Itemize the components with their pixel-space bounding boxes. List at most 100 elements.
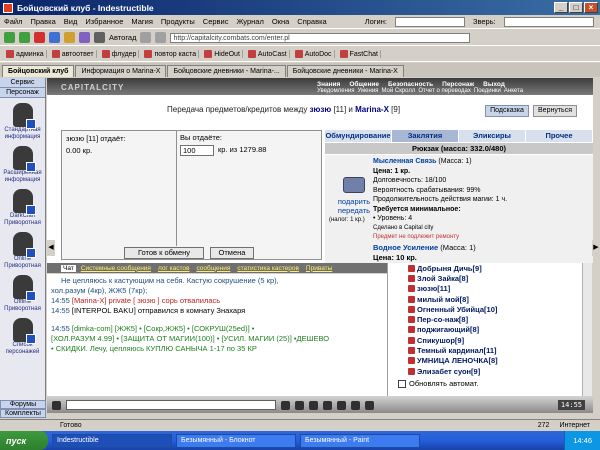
nav-knowledge[interactable]: Знания bbox=[317, 81, 340, 88]
tab-spells[interactable]: Заклятия bbox=[392, 130, 459, 142]
menu-journal[interactable]: Журнал bbox=[236, 17, 263, 26]
give-amount-input[interactable]: 100 bbox=[180, 145, 214, 156]
nav-security[interactable]: Безопасность bbox=[388, 81, 433, 88]
clear-icon[interactable] bbox=[295, 400, 304, 410]
sidebar-service[interactable]: Сервис bbox=[0, 78, 45, 88]
menu-windows[interactable]: Окна bbox=[272, 17, 289, 26]
tab-system[interactable]: Системные сообщения bbox=[79, 265, 153, 272]
filter-icon[interactable] bbox=[323, 400, 332, 410]
right-arrow-icon[interactable]: ▶ bbox=[592, 240, 600, 256]
tab-other[interactable]: Прочее bbox=[526, 130, 593, 142]
maximize-button[interactable]: □ bbox=[569, 2, 583, 13]
bookmark-item[interactable]: HideOut bbox=[202, 50, 243, 58]
nav-battles[interactable]: Поединки bbox=[474, 88, 501, 94]
chat-input[interactable] bbox=[66, 400, 276, 410]
task-notepad[interactable]: Безымянный - Блокнот bbox=[176, 433, 296, 448]
beast-field[interactable] bbox=[503, 16, 594, 27]
menu-favorites[interactable]: Избранное bbox=[85, 17, 123, 26]
smile-icon[interactable] bbox=[52, 400, 61, 410]
back-button[interactable]: Вернуться bbox=[533, 105, 577, 117]
users-scrollbar[interactable] bbox=[582, 263, 592, 396]
address-input[interactable]: http://capitalcity.combats.com/enter.pl bbox=[170, 32, 471, 43]
tab-combats[interactable]: Бойцовский клуб bbox=[2, 65, 75, 77]
tab-equipment[interactable]: Обмундирование bbox=[325, 130, 392, 142]
ready-button[interactable]: Готов к обмену bbox=[124, 247, 204, 259]
user-row[interactable]: Элизабет суон[9] bbox=[388, 366, 582, 376]
sidebar-complects[interactable]: Комплекты bbox=[0, 409, 46, 418]
user-row[interactable]: Добрыня Дичь[9] bbox=[388, 263, 582, 273]
back-icon[interactable] bbox=[4, 32, 15, 43]
tools-icon[interactable] bbox=[140, 32, 152, 43]
user-row[interactable]: милый мой[8] bbox=[388, 294, 582, 304]
nav-notifications[interactable]: Уведомления bbox=[317, 88, 355, 94]
login-field[interactable] bbox=[394, 16, 465, 27]
translit-icon[interactable] bbox=[309, 400, 318, 410]
menu-edit[interactable]: Правка bbox=[30, 17, 55, 26]
settings-icon[interactable] bbox=[155, 32, 167, 43]
user-row[interactable]: зюзю[11] bbox=[388, 284, 582, 294]
nav-character[interactable]: Персонаж bbox=[442, 81, 474, 88]
smiles-icon[interactable] bbox=[337, 400, 346, 410]
bookmark-item[interactable]: AutoCast bbox=[246, 50, 290, 58]
nav-exit[interactable]: Выход bbox=[483, 81, 505, 88]
sidebar-forums[interactable]: Форумы bbox=[0, 400, 46, 409]
tab-info[interactable]: Информация о Marina-X bbox=[75, 65, 167, 77]
menu-service[interactable]: Сервис bbox=[203, 17, 229, 26]
bookmark-item[interactable]: AutoDoc bbox=[293, 50, 335, 58]
menu-magic[interactable]: Магия bbox=[131, 17, 153, 26]
user-row[interactable]: Злой Зайка[8] bbox=[388, 273, 582, 283]
menu-help[interactable]: Справка bbox=[297, 17, 326, 26]
print-icon[interactable] bbox=[94, 32, 105, 43]
task-browser[interactable]: Indestructible bbox=[52, 433, 172, 448]
user-row[interactable]: Огненный Убийца[10] bbox=[388, 304, 582, 314]
cancel-button[interactable]: Отмена bbox=[210, 247, 254, 259]
minimize-button[interactable]: _ bbox=[554, 2, 568, 13]
user-row[interactable]: Спикушор[9] bbox=[388, 335, 582, 345]
nav-skills[interactable]: Умения bbox=[358, 88, 379, 94]
gift-transfer-link[interactable]: подарить передать bbox=[329, 197, 379, 215]
stop-icon[interactable] bbox=[34, 32, 45, 43]
sound-icon[interactable] bbox=[365, 400, 374, 410]
settings-icon[interactable] bbox=[351, 400, 360, 410]
favorites-icon[interactable] bbox=[79, 32, 90, 43]
send-icon[interactable] bbox=[281, 400, 290, 410]
forward-icon[interactable] bbox=[19, 32, 30, 43]
bookmark-item[interactable]: повтор каста bbox=[142, 50, 200, 58]
sidebar-item-standard-info[interactable]: Стандартная информация bbox=[0, 103, 45, 141]
menu-file[interactable]: Файл bbox=[4, 17, 22, 26]
nav-transfers[interactable]: Отчет о переводах bbox=[418, 88, 471, 94]
home-icon[interactable] bbox=[64, 32, 75, 43]
user2-nick[interactable]: Marina-X bbox=[355, 105, 389, 114]
tab-diaries-2[interactable]: Бойцовские дневники - Marina-X bbox=[286, 65, 404, 77]
user-row[interactable]: поджигающий[8] bbox=[388, 325, 582, 335]
sidebar-item-online[interactable]: Online Приворотная bbox=[0, 232, 45, 270]
auto-update-checkbox[interactable] bbox=[398, 379, 406, 388]
sidebar-item-list[interactable]: Список персонажей bbox=[0, 318, 45, 356]
user1-nick[interactable]: зюзю bbox=[310, 105, 332, 114]
user-row[interactable]: УМНИЦА ЛЕНОЧКА[8] bbox=[388, 356, 582, 366]
task-paint[interactable]: Безымянный - Paint bbox=[300, 433, 420, 448]
bookmark-item[interactable]: флудер bbox=[100, 50, 140, 58]
menu-view[interactable]: Вид bbox=[64, 17, 78, 26]
bookmark-item[interactable]: админка bbox=[4, 50, 47, 58]
autogad-button[interactable]: Автогад bbox=[109, 33, 136, 42]
tab-castlog[interactable]: лог кастов bbox=[156, 265, 191, 272]
auto-update[interactable]: Обновлять автомат. bbox=[398, 379, 478, 388]
nav-profile[interactable]: Анкета bbox=[504, 88, 523, 94]
close-button[interactable]: × bbox=[584, 2, 598, 13]
tab-elixirs[interactable]: Эликсиры bbox=[459, 130, 526, 142]
sidebar-item-darkclan[interactable]: DarkClan Приворотная bbox=[0, 189, 45, 227]
sidebar-item-offline[interactable]: Offline Приворотная bbox=[0, 275, 45, 313]
tab-privates[interactable]: Приваты bbox=[304, 265, 334, 272]
tab-messages[interactable]: сообщения bbox=[194, 265, 232, 272]
user-row[interactable]: Темный кардинал[11] bbox=[388, 345, 582, 355]
left-arrow-icon[interactable]: ◀ bbox=[47, 240, 55, 256]
bookmark-item[interactable]: FastChat bbox=[338, 50, 381, 58]
user-row[interactable]: Пер-со-наж[8] bbox=[388, 314, 582, 324]
tab-diaries-1[interactable]: Бойцовские дневники - Marina-... bbox=[167, 65, 286, 77]
tab-chat[interactable]: Чат bbox=[61, 264, 76, 272]
sidebar-item-extended-info[interactable]: Расширенная информация bbox=[0, 146, 45, 184]
tab-stats[interactable]: статистика кастеров bbox=[235, 265, 301, 272]
refresh-icon[interactable] bbox=[49, 32, 60, 43]
hint-button[interactable]: Подсказка bbox=[485, 105, 529, 117]
